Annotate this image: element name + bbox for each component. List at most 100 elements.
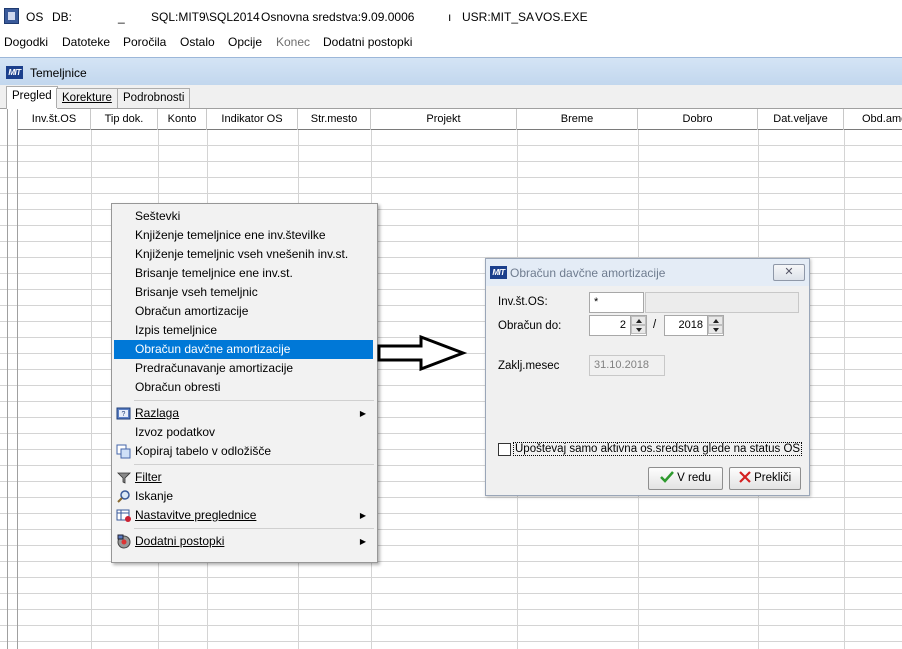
col-header-inv[interactable]: Inv.št.OS: [18, 109, 91, 130]
inv-label: Inv.št.OS:: [498, 296, 548, 308]
col-header-obd-amo[interactable]: Obd.amo: [844, 109, 902, 130]
menu-porocila[interactable]: Poročila: [123, 35, 166, 49]
col-header-str-mesto[interactable]: Str.mesto: [298, 109, 371, 130]
ctx-kopiraj-tabelo[interactable]: Kopiraj tabelo v odložišče: [113, 442, 376, 461]
obracun-do-label: Obračun do:: [498, 320, 562, 332]
ctx-obracun-obresti[interactable]: Obračun obresti: [113, 378, 376, 397]
ok-button[interactable]: V redu: [648, 467, 723, 490]
zakl-mesec-label: Zaklj.mesec: [498, 360, 560, 372]
app-titlebar: OS DB: _ SQL:MIT9\SQL2014 Osnovna sredst…: [0, 0, 902, 32]
zakl-mesec-field: 31.10.2018: [589, 355, 665, 376]
red-x-icon: [739, 471, 751, 483]
subwindow-titlebar: MIT Temeljnice: [0, 57, 902, 85]
year-spin-buttons[interactable]: [707, 316, 723, 335]
month-value: 2: [619, 319, 626, 331]
tab-korekture[interactable]: Korekture: [56, 88, 118, 108]
db-label: DB:: [52, 10, 73, 24]
ctx-filter[interactable]: Filter: [113, 468, 376, 487]
menu-opcije[interactable]: Opcije: [228, 35, 262, 49]
submenu-arrow-icon: ▶: [359, 511, 366, 520]
ctx-knjizenje-vseh[interactable]: Knjiženje temeljnic vseh vnešenih inv.st…: [113, 245, 376, 264]
ctx-dodatni-label: Dodatni postopki: [135, 534, 225, 548]
ctx-obracun-amortizacije[interactable]: Obračun amortizacije: [113, 302, 376, 321]
ctx-nastavitve-preglednice[interactable]: Nastavitve preglednice ▶: [113, 506, 376, 525]
davcna-amortizacija-dialog: MIT Obračun davčne amortizacije ✕ Inv.št…: [485, 258, 810, 496]
ctx-brisanje-vseh[interactable]: Brisanje vseh temeljnic: [113, 283, 376, 302]
dialog-titlebar: MIT Obračun davčne amortizacije ✕: [486, 259, 809, 286]
inv-st-input[interactable]: *: [589, 292, 644, 313]
year-value: 2018: [678, 319, 703, 331]
inv-description-field: [645, 292, 799, 313]
ctx-iskanje-label: Iskanje: [135, 489, 174, 503]
col-header-tip-dok[interactable]: Tip dok.: [91, 109, 158, 130]
ctx-separator: [134, 464, 374, 465]
context-menu: Seštevki Knjiženje temeljnice ene inv.št…: [111, 203, 378, 563]
aktivna-os-checkbox[interactable]: [498, 443, 511, 456]
menu-konec[interactable]: Konec: [276, 35, 310, 49]
grid-header: Inv.št.OS Tip dok. Konto Indikator OS St…: [18, 109, 902, 130]
filter-funnel-icon: [117, 472, 131, 484]
menu-dodatni-postopki[interactable]: Dodatni postopki: [323, 35, 412, 49]
col-header-dat-veljave[interactable]: Dat.veljave: [758, 109, 844, 130]
titlebar-separator: ı: [448, 10, 452, 24]
ctx-separator: [134, 528, 374, 529]
ctx-sestevki[interactable]: Seštevki: [113, 207, 376, 226]
ctx-razlaga-label: Razlaga: [135, 406, 180, 420]
ctx-dodatni-postopki[interactable]: Dodatni postopki ▶: [113, 532, 376, 551]
spin-up-icon[interactable]: [708, 316, 723, 325]
col-header-projekt[interactable]: Projekt: [371, 109, 517, 130]
ctx-iskanje[interactable]: Iskanje: [113, 487, 376, 506]
col-header-konto[interactable]: Konto: [158, 109, 207, 130]
ctx-knjizenje-ene[interactable]: Knjiženje temeljnice ene inv.številke: [113, 226, 376, 245]
ctx-razlaga[interactable]: ? Razlaga ▶: [113, 404, 376, 423]
copy-table-icon: [116, 444, 131, 459]
date-slash: /: [653, 319, 657, 331]
ctx-brisanje-ene[interactable]: Brisanje temeljnice ene inv.st.: [113, 264, 376, 283]
col-header-dobro[interactable]: Dobro: [638, 109, 758, 130]
aktivna-os-label[interactable]: Upoštevaj samo aktivna os.sredstva glede…: [513, 442, 803, 456]
ctx-kopiraj-label: Kopiraj tabelo v odložišče: [135, 444, 272, 458]
app-icon: [4, 8, 19, 24]
user-name: USR:MIT_SA: [462, 10, 535, 24]
svg-text:?: ?: [122, 411, 126, 418]
spin-up-icon[interactable]: [631, 316, 646, 325]
checkmark-icon: [660, 471, 674, 483]
ctx-filter-label: Filter: [135, 470, 162, 484]
ctx-predracunavanje[interactable]: Predračunavanje amortizacije: [113, 359, 376, 378]
annotation-arrow-icon: [377, 334, 468, 372]
ok-label: V redu: [677, 472, 712, 484]
ctx-izvoz-podatkov[interactable]: Izvoz podatkov: [113, 423, 376, 442]
spin-down-icon[interactable]: [631, 325, 646, 334]
cancel-label: Prekliči: [754, 472, 792, 484]
year-stepper[interactable]: 2018: [664, 315, 724, 336]
subwindow-title: Temeljnice: [30, 66, 87, 80]
grid-settings-icon: [116, 509, 131, 522]
close-icon[interactable]: ✕: [773, 264, 805, 281]
mit-logo-icon: MIT: [6, 66, 23, 79]
ctx-nastavitve-label: Nastavitve preglednice: [135, 508, 257, 522]
menu-datoteke[interactable]: Datoteke: [62, 35, 110, 49]
month-spin-buttons[interactable]: [630, 316, 646, 335]
cancel-button[interactable]: Prekliči: [729, 467, 801, 490]
ctx-separator: [134, 400, 374, 401]
col-header-breme[interactable]: Breme: [517, 109, 638, 130]
spin-down-icon[interactable]: [708, 325, 723, 334]
module-version: Osnovna sredstva:9.09.0006: [261, 10, 415, 24]
ctx-izvoz-label: Izvoz podatkov: [135, 425, 216, 439]
exe-name: VOS.EXE: [535, 10, 588, 24]
dialog-title: Obračun davčne amortizacije: [510, 266, 666, 280]
server-name: SQL:MIT9\SQL2014: [151, 10, 260, 24]
tab-strip: Pregled Korekture Podrobnosti: [0, 85, 902, 109]
ctx-izpis-temeljnice[interactable]: Izpis temeljnice: [113, 321, 376, 340]
month-stepper[interactable]: 2: [589, 315, 647, 336]
tools-gear-icon: [117, 534, 131, 549]
row-indicator-column[interactable]: [7, 109, 18, 649]
menu-dogodki[interactable]: Dogodki: [4, 35, 48, 49]
ctx-obracun-davcne-amortizacije[interactable]: Obračun davčne amortizacije: [114, 340, 373, 359]
tab-podrobnosti[interactable]: Podrobnosti: [117, 88, 191, 108]
menu-ostalo[interactable]: Ostalo: [180, 35, 215, 49]
search-magnifier-icon: [117, 490, 130, 503]
tab-pregled[interactable]: Pregled: [6, 86, 58, 109]
submenu-arrow-icon: ▶: [359, 409, 366, 418]
col-header-indikator[interactable]: Indikator OS: [207, 109, 298, 130]
